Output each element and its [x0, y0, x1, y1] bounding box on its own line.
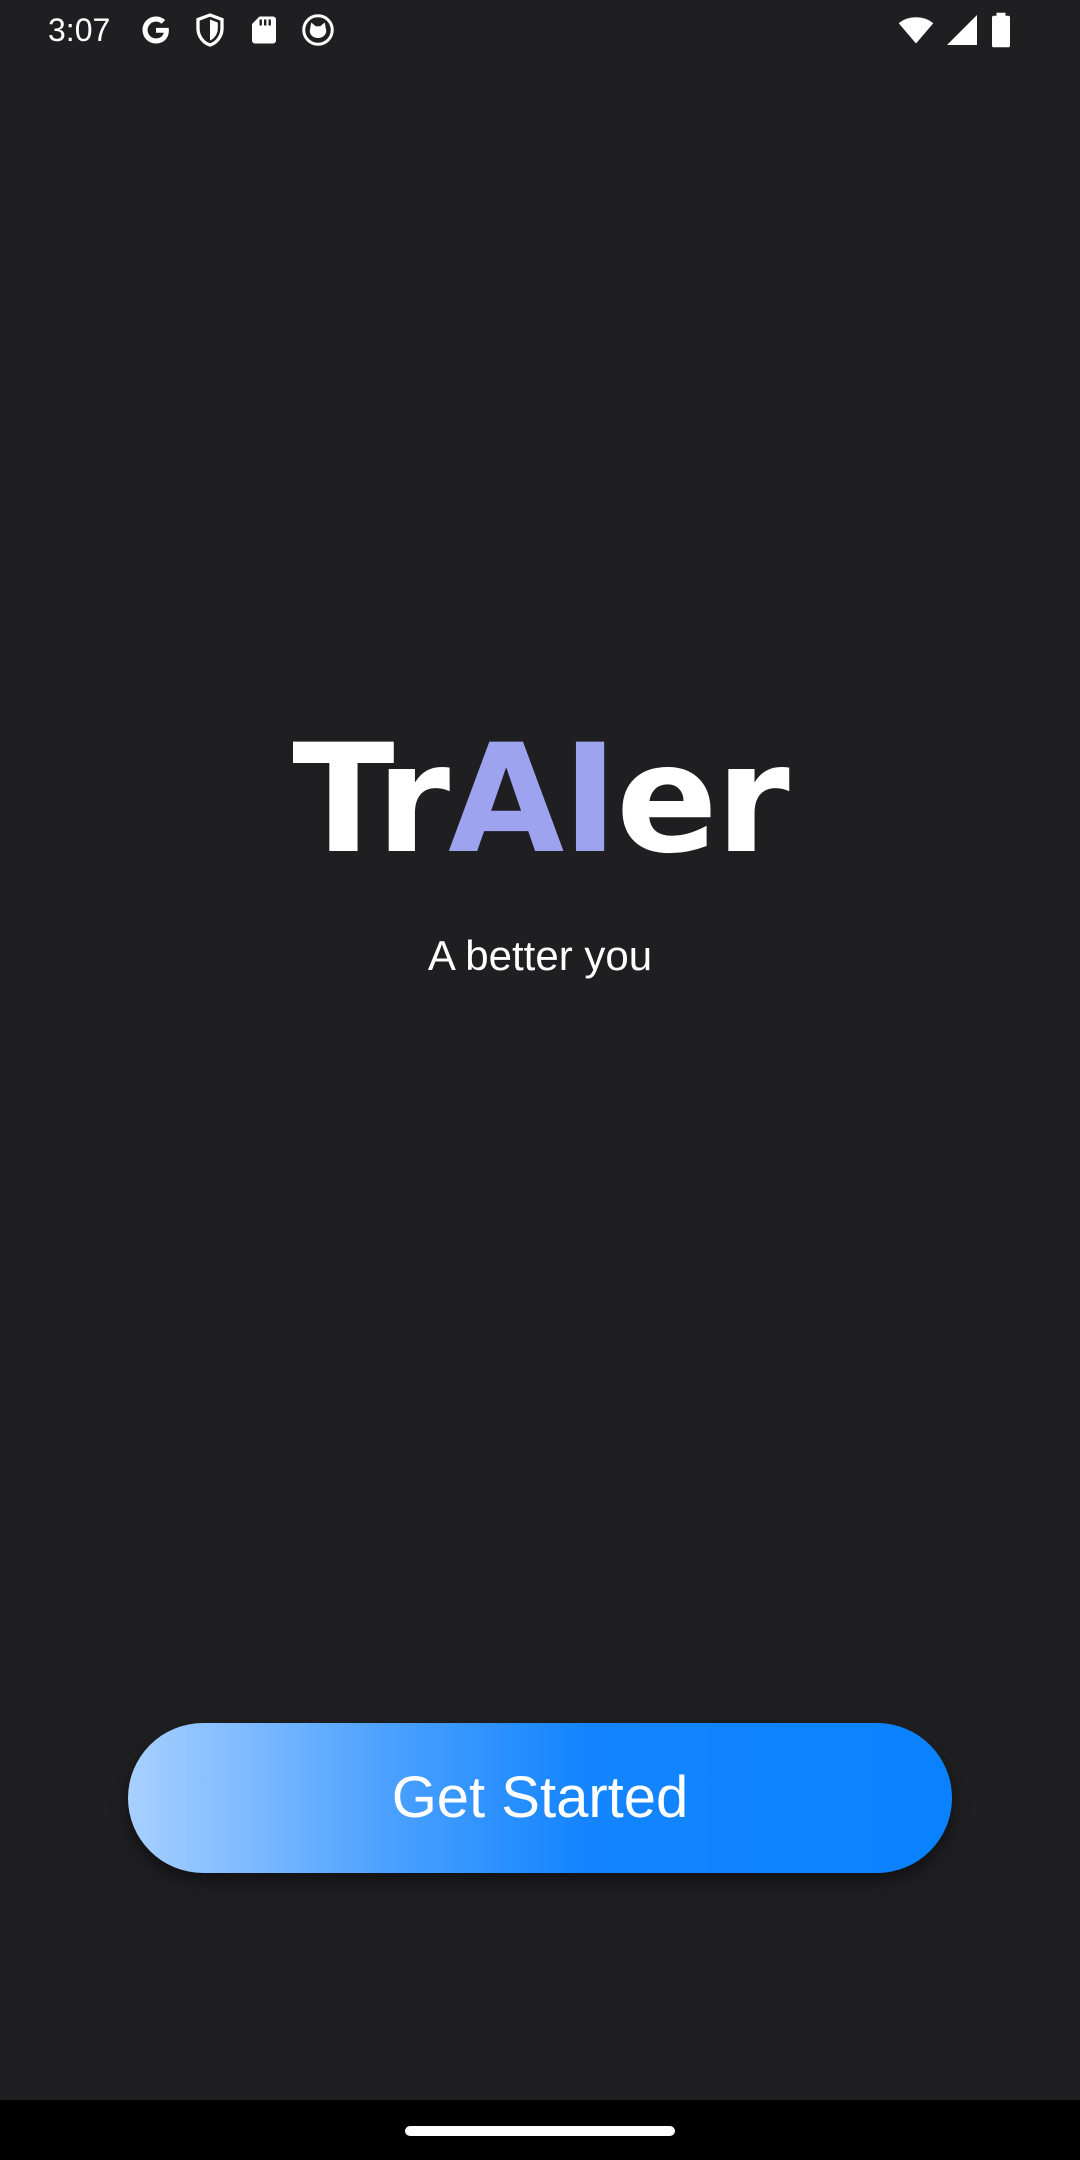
cat-face-icon — [302, 14, 334, 46]
status-time: 3:07 — [48, 12, 111, 48]
tagline: A better you — [427, 932, 653, 979]
app-logo-wordmark: TrAIer — [0, 720, 1080, 880]
google-icon — [142, 16, 169, 44]
wifi-icon — [898, 17, 934, 44]
shield-icon — [196, 13, 224, 47]
home-gesture-handle[interactable] — [405, 2126, 675, 2136]
status-bar: 3:07 — [0, 0, 1080, 60]
status-system-icons — [898, 12, 1012, 48]
cell-signal-icon — [947, 15, 977, 45]
status-notification-icons — [138, 12, 336, 48]
battery-icon — [992, 12, 1010, 48]
logo-text-suffix: er — [616, 713, 790, 887]
logo-text-prefix: Tr — [292, 713, 450, 887]
logo-text-accent: AI — [448, 713, 618, 887]
sd-card-icon — [252, 16, 276, 44]
get-started-button[interactable]: Get Started — [128, 1723, 952, 1873]
